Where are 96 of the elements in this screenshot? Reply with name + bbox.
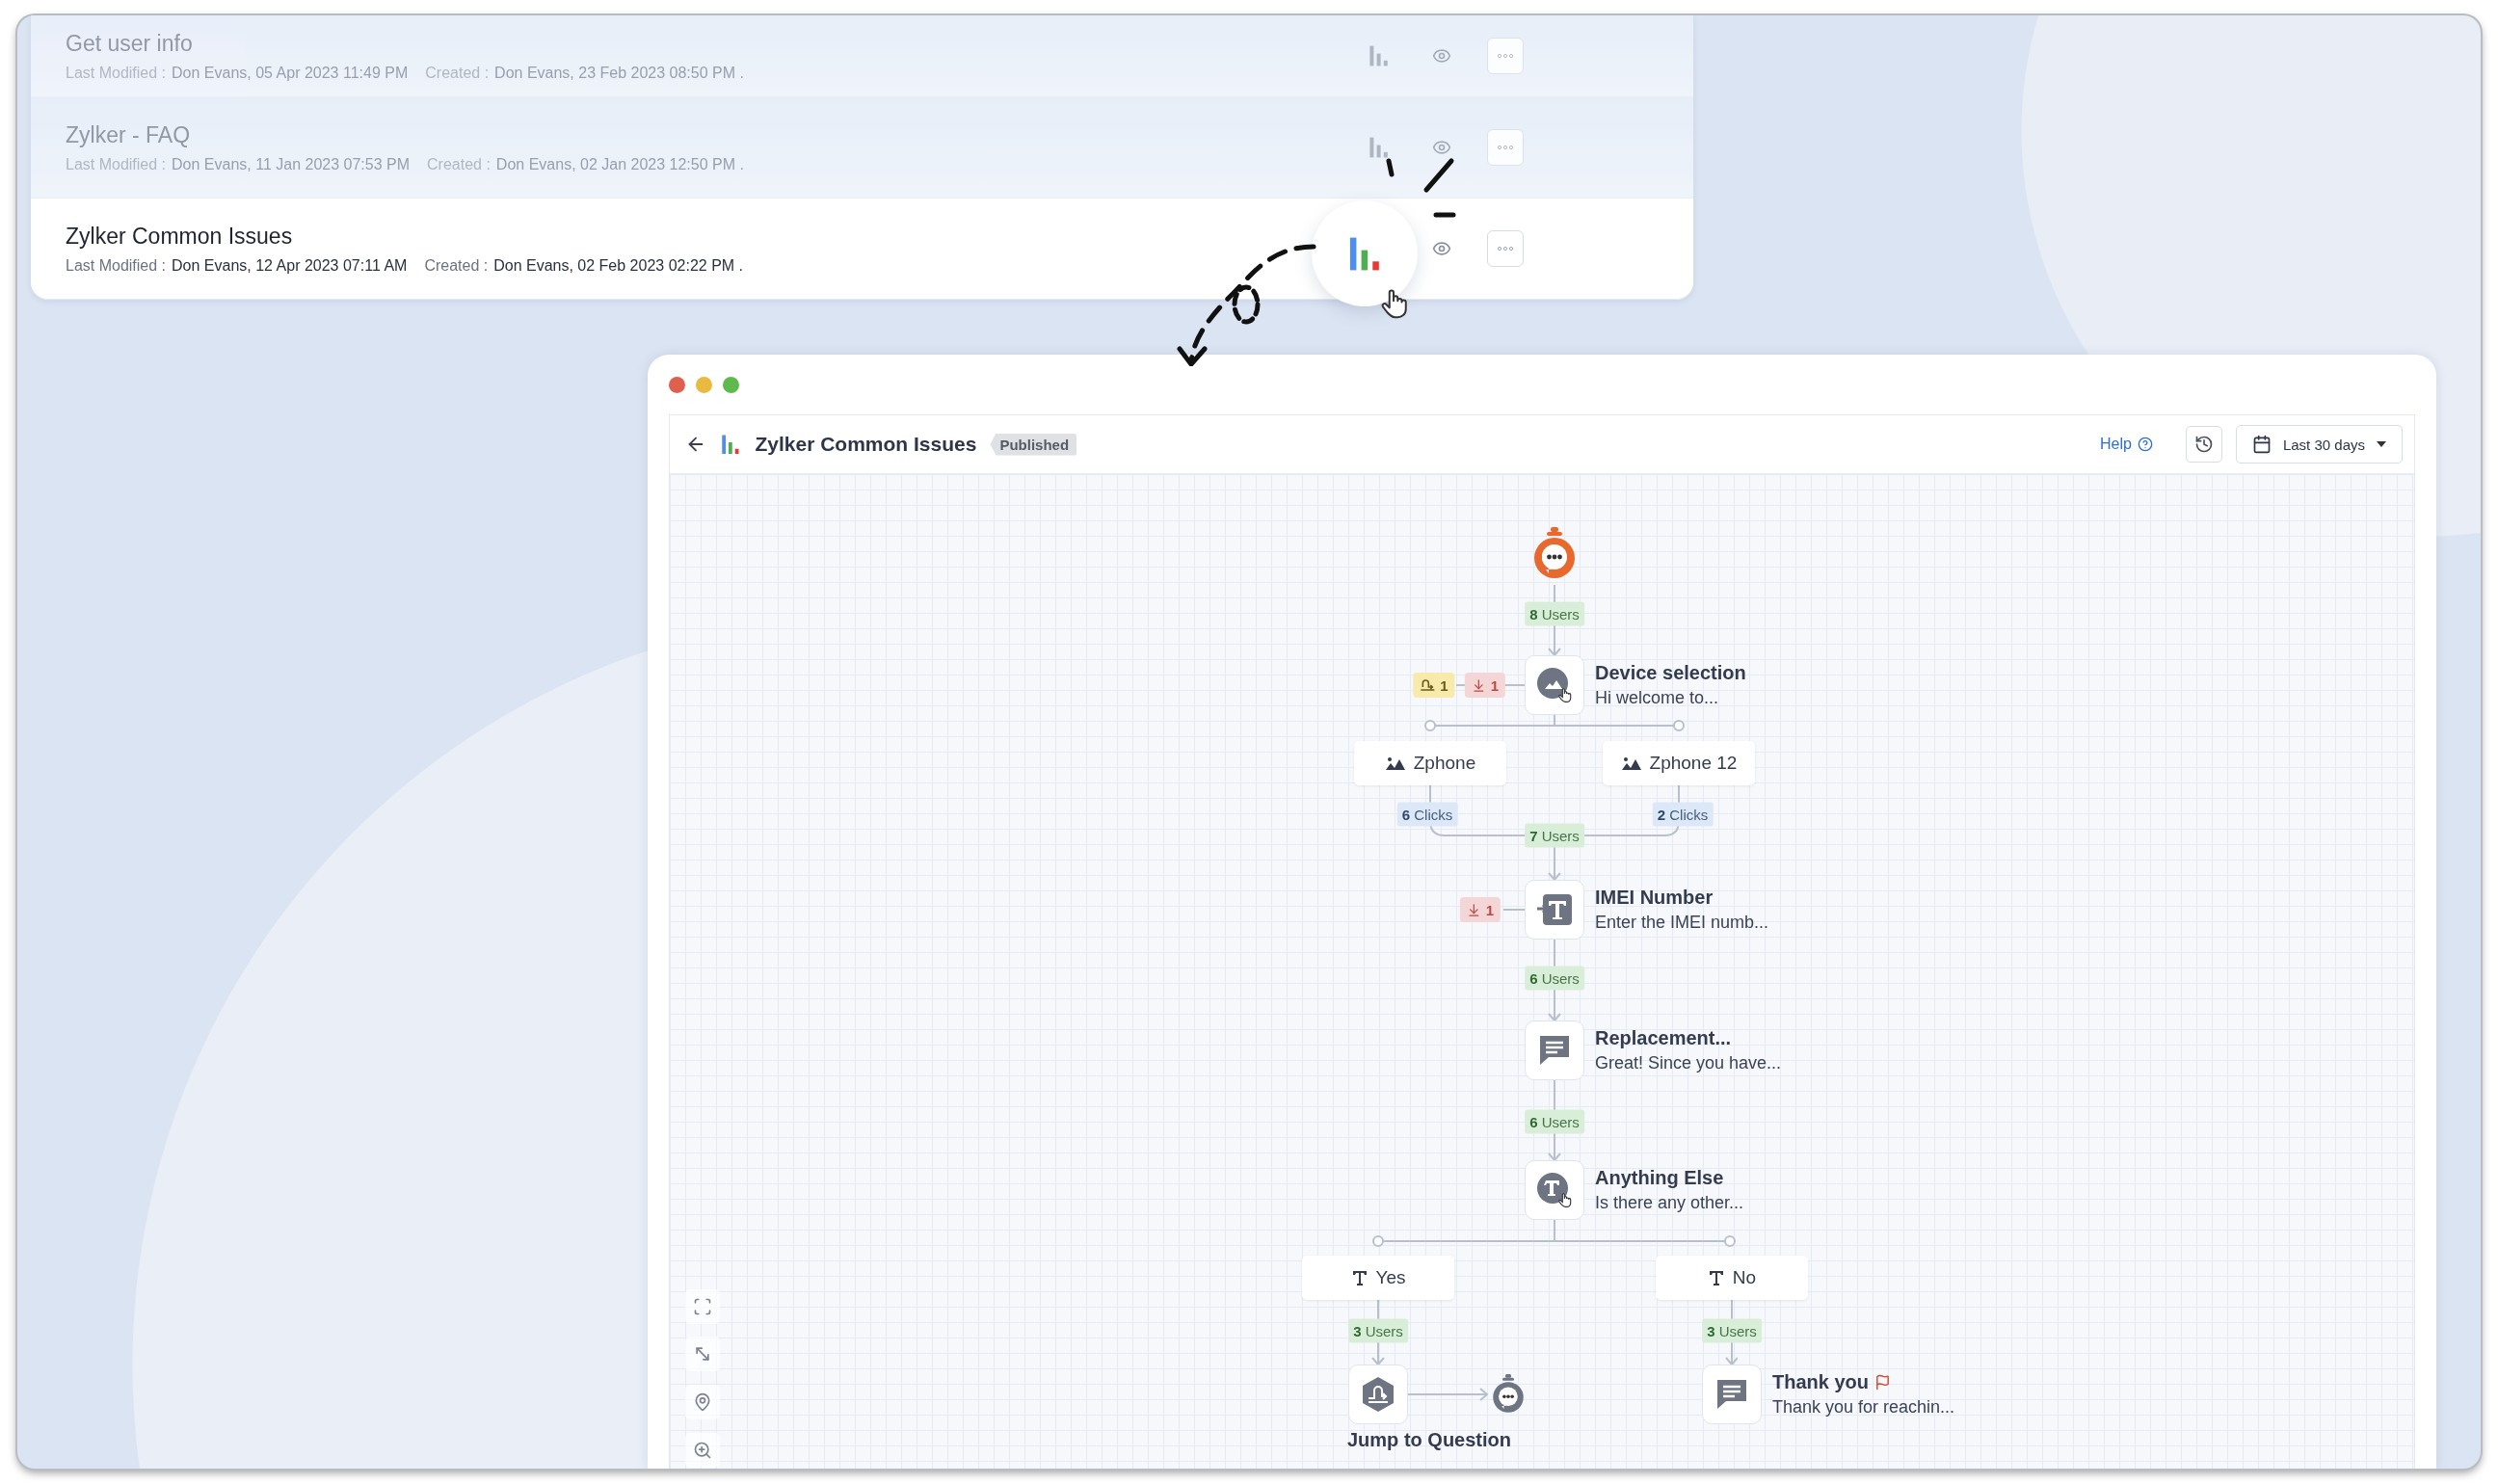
users-count: 7 Users [1525, 823, 1584, 848]
close-dot[interactable] [669, 376, 685, 393]
branch-point [1724, 1235, 1736, 1247]
users-count: 3 Users [1348, 1318, 1408, 1343]
image-choice-icon [1535, 666, 1574, 704]
flow-node[interactable] [1525, 1020, 1584, 1080]
meta-value: Don Evans, 23 Feb 2023 08:50 PM . [494, 64, 744, 82]
report-title: Get user info [66, 30, 194, 57]
clicks-count: 6 Clicks [1396, 802, 1458, 827]
bar-chart-icon [720, 433, 742, 456]
history-button[interactable] [2185, 426, 2222, 463]
meta-label: Last Modified : [66, 64, 167, 82]
flow-node[interactable] [1348, 1365, 1408, 1424]
bar-chart-icon [1368, 44, 1391, 67]
status-tag: Published [990, 433, 1077, 456]
skip-icon [1420, 678, 1436, 692]
image-icon [1384, 755, 1406, 771]
choice-option[interactable]: Yes [1302, 1256, 1454, 1300]
meta-value: Don Evans, 05 Apr 2023 11:49 PM [172, 64, 409, 82]
node-preview: Enter the IMEI numb... [1595, 913, 1769, 933]
message-icon [1537, 1033, 1572, 1068]
eye-icon [1432, 46, 1451, 66]
users-count: 6 Users [1525, 1109, 1584, 1134]
users-count: 6 Users [1525, 966, 1584, 991]
meta-value: Don Evans, 11 Jan 2023 07:53 PM [172, 155, 411, 173]
branch-point [1372, 1235, 1384, 1247]
branch-point [1424, 720, 1436, 731]
image-icon [1620, 755, 1642, 771]
branch-point [1673, 720, 1685, 731]
report-title: Zylker - FAQ [66, 121, 192, 148]
fit-screen-icon [693, 1297, 712, 1316]
help-icon [2137, 437, 2153, 452]
flow-node[interactable] [1525, 655, 1584, 715]
choice-option[interactable]: Zphone [1354, 741, 1506, 785]
flow-node[interactable] [1702, 1365, 1762, 1424]
meta-label: Created : [427, 155, 491, 173]
bot-title: Zylker Common Issues [755, 433, 977, 456]
text-input-icon [1535, 892, 1574, 927]
location-pin-icon [693, 1392, 712, 1412]
meta-value: Don Evans, 12 Apr 2023 07:11 AM [172, 256, 408, 275]
message-icon [1714, 1377, 1749, 1412]
meta-label: Last Modified : [66, 155, 167, 173]
node-title: Replacement... [1595, 1027, 1732, 1049]
bot-icon [1491, 1373, 1526, 1416]
clicks-count: 2 Clicks [1652, 802, 1714, 827]
node-title: Jump to Question [1347, 1429, 1511, 1451]
bot-icon [1531, 527, 1578, 581]
node-title: Device selection [1595, 662, 1746, 684]
expand-icon [693, 1344, 712, 1364]
node-preview: Is there any other... [1595, 1193, 1744, 1213]
choice-option[interactable]: Zphone 12 [1603, 741, 1755, 785]
meta-label: Created : [424, 256, 489, 275]
maximize-dot[interactable] [723, 376, 739, 393]
choice-option[interactable]: No [1656, 1256, 1808, 1300]
users-count: 3 Users [1702, 1318, 1762, 1343]
zoom-in-icon [693, 1441, 712, 1460]
node-preview: Thank you for reachin... [1772, 1397, 1955, 1418]
date-range-dropdown[interactable]: Last 30 days [2235, 425, 2403, 464]
meta-value: Don Evans, 02 Jan 2023 12:50 PM . [495, 155, 744, 173]
flow-node[interactable] [1525, 880, 1584, 940]
help-link[interactable]: Help [2100, 436, 2153, 453]
text-choice-icon [1535, 1171, 1574, 1209]
expand-button[interactable] [685, 1337, 720, 1371]
flow-node[interactable] [1525, 1160, 1584, 1220]
calendar-icon [2251, 435, 2272, 454]
meta-label: Last Modified : [66, 256, 167, 275]
connector-line [1502, 909, 1526, 911]
flag-icon [1874, 1374, 1891, 1391]
drop-icon [1466, 902, 1481, 917]
node-title: IMEI Number [1595, 887, 1714, 909]
users-count: 8 Users [1525, 601, 1584, 626]
text-icon [1707, 1269, 1725, 1286]
node-title: Thank you [1772, 1371, 1869, 1393]
text-icon [1350, 1269, 1369, 1286]
node-title: Anything Else [1595, 1167, 1724, 1189]
dropped-count: 1 [1464, 673, 1506, 698]
dropped-count: 1 [1459, 897, 1501, 922]
zoom-in-button[interactable] [685, 1433, 720, 1468]
drop-icon [1471, 677, 1486, 693]
node-preview: Hi welcome to... [1595, 688, 1720, 708]
eye-icon [1432, 239, 1451, 258]
meta-value: Don Evans, 02 Feb 2023 02:22 PM . [493, 256, 743, 275]
more-icon [1498, 146, 1513, 149]
node-preview: Great! Since you have... [1595, 1053, 1782, 1073]
meta-label: Created : [425, 64, 490, 82]
skipped-count: 1 [1413, 673, 1455, 698]
history-icon [2193, 435, 2214, 454]
minimize-dot[interactable] [696, 376, 712, 393]
caret-icon [2377, 441, 2386, 447]
bar-chart-icon [1368, 136, 1391, 159]
more-icon [1498, 247, 1513, 251]
fit-screen-button[interactable] [685, 1289, 720, 1324]
eye-icon [1432, 138, 1451, 157]
more-icon [1498, 54, 1513, 58]
report-title: Zylker Common Issues [66, 223, 294, 250]
locate-button[interactable] [685, 1385, 720, 1419]
